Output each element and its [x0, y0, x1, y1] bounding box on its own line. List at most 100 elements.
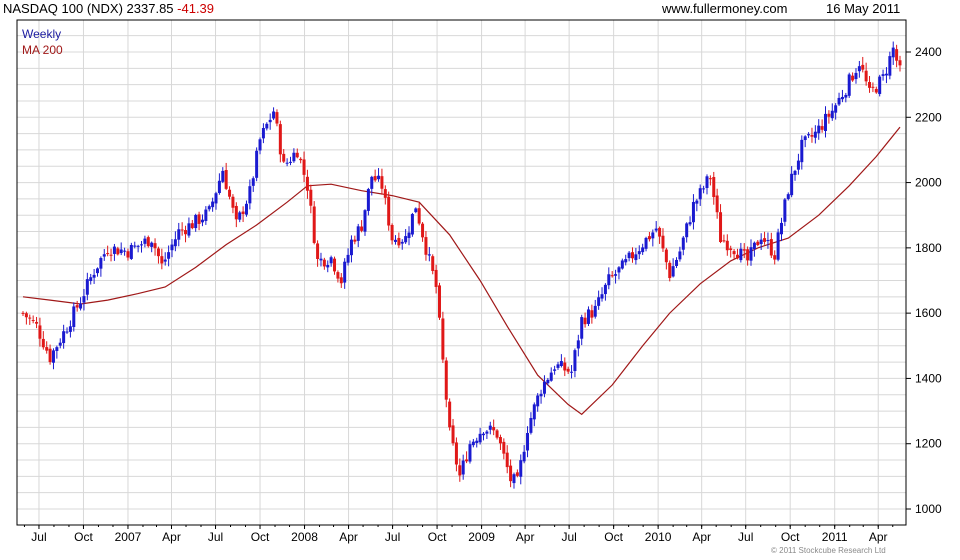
candle-up — [170, 244, 174, 251]
candle-up — [807, 134, 811, 136]
candle-up — [857, 66, 861, 72]
candle-up — [143, 238, 147, 244]
y-tick-label: 2000 — [915, 176, 942, 190]
candle-down — [810, 135, 814, 137]
candle-up — [529, 418, 533, 433]
candle-down — [769, 239, 773, 256]
x-axis-ticks: Jul Oct 2007 Apr Jul Oct 2008 Apr Jul Oct 2009 Apr J… — [23, 525, 894, 544]
candle-down — [610, 275, 614, 277]
candle-down — [729, 248, 733, 250]
candle-up — [888, 56, 892, 76]
copyright-notice: © 2011 Stockcube Research Ltd — [771, 546, 886, 555]
candle-up — [837, 97, 841, 105]
x-tick-label: 2009 — [468, 530, 495, 544]
candle-down — [874, 88, 878, 93]
candle-down — [820, 126, 824, 130]
candle-down — [160, 256, 164, 264]
candle-down — [566, 368, 570, 372]
candle-down — [190, 223, 194, 229]
candle-up — [671, 266, 675, 277]
candle-up — [349, 239, 353, 256]
candle-up — [678, 251, 682, 260]
candle-up — [573, 350, 577, 372]
candle-up — [580, 317, 584, 339]
candle-down — [228, 189, 232, 197]
candle-up — [766, 240, 770, 242]
candle-down — [647, 236, 651, 240]
candle-down — [732, 251, 736, 255]
candle-up — [363, 210, 367, 232]
candle-down — [725, 240, 729, 251]
candle-up — [95, 268, 99, 274]
candle-up — [89, 277, 93, 281]
x-tick-label: Oct — [74, 530, 93, 544]
candle-up — [824, 113, 828, 131]
x-tick-label: Oct — [781, 530, 800, 544]
candle-down — [305, 176, 309, 191]
candle-up — [549, 372, 553, 381]
candle-up — [878, 76, 882, 94]
candle-up — [790, 173, 794, 196]
candle-down — [722, 240, 726, 242]
candle-up — [776, 232, 780, 260]
candle-up — [556, 364, 560, 368]
legend-weekly: Weekly — [22, 27, 62, 41]
candle-down — [302, 159, 306, 175]
candle-up — [404, 236, 408, 243]
candle-up — [559, 361, 563, 366]
candle-up — [85, 279, 89, 295]
candle-up — [292, 152, 296, 162]
candle-down — [373, 176, 377, 181]
y-tick-label: 2200 — [915, 110, 942, 124]
candle-up — [553, 369, 557, 371]
candle-down — [898, 60, 902, 66]
x-tick-label: Jul — [208, 530, 223, 544]
candle-down — [339, 277, 343, 284]
candle-up — [614, 274, 618, 276]
candle-down — [763, 238, 767, 242]
candle-up — [393, 239, 397, 242]
candle-up — [675, 259, 679, 266]
candle-up — [786, 194, 790, 200]
candle-down — [48, 348, 52, 363]
x-tick-label: Apr — [516, 530, 535, 544]
candle-up — [211, 201, 215, 208]
candle-down — [424, 237, 428, 255]
candle-up — [102, 254, 106, 257]
candle-up — [705, 176, 709, 188]
candle-up — [624, 259, 628, 263]
candle-down — [441, 318, 445, 360]
candle-down — [515, 472, 519, 476]
candle-up — [119, 249, 123, 254]
candle-up — [92, 274, 96, 278]
candle-up — [847, 74, 851, 96]
candle-up — [681, 237, 685, 250]
candle-up — [478, 433, 482, 443]
candle-down — [24, 313, 28, 318]
candle-up — [702, 188, 706, 190]
candle-up — [356, 226, 360, 241]
candle-down — [234, 205, 238, 220]
candle-down — [146, 237, 150, 247]
candle-up — [62, 331, 66, 344]
candle-down — [664, 249, 668, 263]
candle-up — [468, 444, 472, 462]
candle-down — [458, 465, 462, 476]
candle-down — [590, 310, 594, 318]
candle-up — [485, 431, 489, 434]
candle-down — [451, 425, 455, 444]
candle-down — [742, 249, 746, 251]
candle-up — [783, 199, 787, 222]
candle-up — [695, 200, 699, 204]
candle-up — [536, 395, 540, 407]
candle-down — [756, 241, 760, 246]
candle-up — [414, 208, 418, 213]
candle-up — [238, 212, 242, 220]
candle-down — [180, 229, 184, 231]
candle-down — [448, 401, 452, 428]
y-tick-label: 1000 — [915, 502, 942, 516]
candle-up — [803, 136, 807, 141]
candle-up — [214, 193, 218, 204]
candle-up — [329, 257, 333, 264]
candle-down — [465, 459, 469, 462]
